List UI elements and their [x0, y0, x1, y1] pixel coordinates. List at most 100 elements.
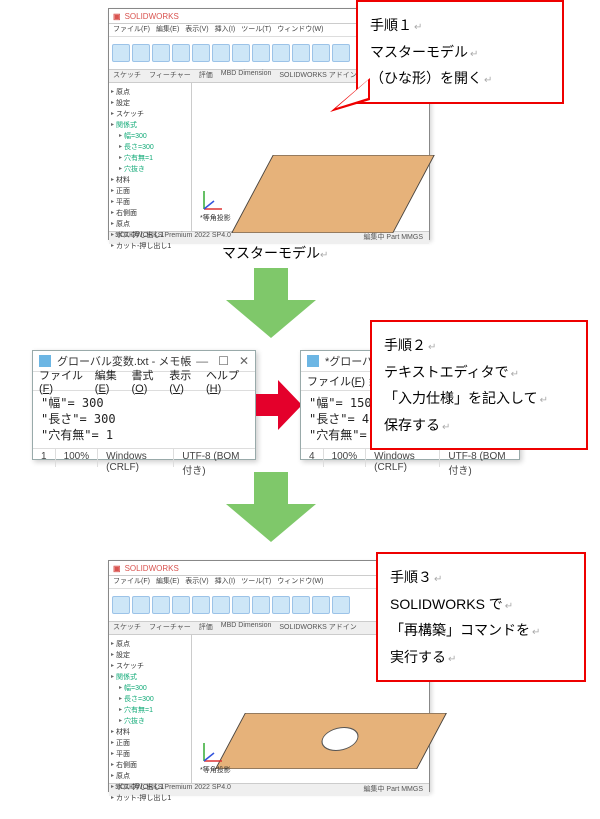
- ribbon-icon[interactable]: [232, 44, 250, 62]
- ribbon-icon[interactable]: [112, 44, 130, 62]
- np-menu-file[interactable]: ファイル(F): [39, 367, 91, 395]
- maximize-icon[interactable]: ☐: [218, 354, 229, 368]
- np-menu-view[interactable]: 表示(V): [169, 367, 202, 395]
- callout2-line3: 「入力仕様」を記入して: [384, 385, 574, 412]
- tree-node[interactable]: 右側面: [111, 760, 189, 771]
- ribbon-icon[interactable]: [212, 596, 230, 614]
- sw-menu-view[interactable]: 表示(V): [185, 24, 208, 36]
- tree-node[interactable]: 関係式: [111, 672, 189, 683]
- sw-menu-file[interactable]: ファイル(F): [113, 576, 150, 588]
- tree-node[interactable]: 幅=300: [111, 131, 189, 142]
- sw-menu-edit[interactable]: 編集(E): [156, 24, 179, 36]
- arrow-down-1-icon: [226, 268, 316, 338]
- tree-node[interactable]: 原点: [111, 87, 189, 98]
- sw1-feature-tree[interactable]: 原点 設定 スケッチ 関係式 幅=300 長さ=300 穴有無=1 穴抜き 材料…: [109, 83, 192, 231]
- np-status-eol: Windows (CRLF): [366, 449, 440, 467]
- ribbon-icon[interactable]: [332, 44, 350, 62]
- np-menu-file[interactable]: ファイル(F): [307, 373, 365, 389]
- sw-menu-insert[interactable]: 挿入(I): [215, 576, 236, 588]
- callout3-line1: 手順３: [390, 564, 572, 591]
- window-controls[interactable]: — ☐ ✕: [196, 354, 249, 368]
- callout3-line3: 「再構築」コマンドを: [390, 617, 572, 644]
- ribbon-icon[interactable]: [112, 596, 130, 614]
- ribbon-icon[interactable]: [332, 596, 350, 614]
- np-status-line: 4: [301, 449, 324, 467]
- np-menu-format[interactable]: 書式(O): [131, 367, 165, 395]
- sw-menu-edit[interactable]: 編集(E): [156, 576, 179, 588]
- sw-menu-file[interactable]: ファイル(F): [113, 24, 150, 36]
- ribbon-icon[interactable]: [272, 596, 290, 614]
- tree-node[interactable]: 平面: [111, 197, 189, 208]
- ribbon-icon[interactable]: [312, 596, 330, 614]
- sw-menu-view[interactable]: 表示(V): [185, 576, 208, 588]
- sw-tab-eval[interactable]: 評価: [199, 622, 213, 634]
- tree-node[interactable]: 穴有無=1: [111, 153, 189, 164]
- arrow-right-red-icon: [256, 380, 302, 430]
- ribbon-icon[interactable]: [252, 44, 270, 62]
- sw1-viewport[interactable]: *等角投影: [192, 83, 429, 231]
- ribbon-icon[interactable]: [132, 596, 150, 614]
- sw-tab-feature[interactable]: フィーチャー: [149, 622, 191, 634]
- ribbon-icon[interactable]: [172, 596, 190, 614]
- ribbon-icon[interactable]: [192, 44, 210, 62]
- tree-node[interactable]: 長さ=300: [111, 694, 189, 705]
- tree-node[interactable]: 原点: [111, 771, 189, 782]
- callout1-line3: （ひな形）を開く: [370, 65, 550, 92]
- np-status-enc: UTF-8 (BOM 付き): [440, 449, 519, 467]
- close-icon[interactable]: ✕: [239, 354, 249, 368]
- np-menu-edit[interactable]: 編集(E): [95, 367, 128, 395]
- sw-tab-feature[interactable]: フィーチャー: [149, 70, 191, 82]
- tree-node[interactable]: 設定: [111, 650, 189, 661]
- notepad-app-icon: [39, 355, 51, 367]
- ribbon-icon[interactable]: [272, 44, 290, 62]
- sw-tab-eval[interactable]: 評価: [199, 70, 213, 82]
- tree-node[interactable]: 正面: [111, 186, 189, 197]
- tree-node[interactable]: 関係式: [111, 120, 189, 131]
- sw-menu-tools[interactable]: ツール(T): [241, 24, 271, 36]
- ribbon-icon[interactable]: [292, 596, 310, 614]
- sw-menu-tools[interactable]: ツール(T): [241, 576, 271, 588]
- tree-node[interactable]: 設定: [111, 98, 189, 109]
- ribbon-icon[interactable]: [152, 596, 170, 614]
- minimize-icon[interactable]: —: [196, 354, 208, 368]
- tree-node[interactable]: 原点: [111, 639, 189, 650]
- ribbon-icon[interactable]: [312, 44, 330, 62]
- np1-menubar[interactable]: ファイル(F) 編集(E) 書式(O) 表示(V) ヘルプ(H): [33, 372, 255, 391]
- tree-node[interactable]: 平面: [111, 749, 189, 760]
- tree-node[interactable]: 原点: [111, 219, 189, 230]
- tree-node[interactable]: スケッチ: [111, 661, 189, 672]
- ribbon-icon[interactable]: [152, 44, 170, 62]
- sw-tab-mbd[interactable]: MBD Dimension: [221, 70, 272, 82]
- ribbon-icon[interactable]: [252, 596, 270, 614]
- sw-status-left: SOLIDWORKS Premium 2022 SP4.0: [115, 784, 231, 796]
- np1-body[interactable]: "幅"= 300 "長さ"= 300 "穴有無"= 1: [33, 391, 255, 448]
- sw-menu-window[interactable]: ウィンドウ(W): [277, 576, 323, 588]
- tree-node[interactable]: 長さ=300: [111, 142, 189, 153]
- tree-node[interactable]: 右側面: [111, 208, 189, 219]
- ribbon-icon[interactable]: [192, 596, 210, 614]
- sw-status-right: 編集中 Part MMGS: [363, 232, 423, 244]
- tree-node[interactable]: 正面: [111, 738, 189, 749]
- tree-node[interactable]: 穴抜き: [111, 164, 189, 175]
- np-menu-help[interactable]: ヘルプ(H): [206, 367, 249, 395]
- tree-node[interactable]: 穴有無=1: [111, 705, 189, 716]
- sw-tab-addin[interactable]: SOLIDWORKS アドイン: [279, 622, 356, 634]
- tree-node[interactable]: 材料: [111, 175, 189, 186]
- ribbon-icon[interactable]: [172, 44, 190, 62]
- ribbon-icon[interactable]: [232, 596, 250, 614]
- tree-node[interactable]: 幅=300: [111, 683, 189, 694]
- ribbon-icon[interactable]: [292, 44, 310, 62]
- tree-node[interactable]: スケッチ: [111, 109, 189, 120]
- sw-tab-sketch[interactable]: スケッチ: [113, 70, 141, 82]
- sw2-feature-tree[interactable]: 原点 設定 スケッチ 関係式 幅=300 長さ=300 穴有無=1 穴抜き 材料…: [109, 635, 192, 783]
- tree-node[interactable]: 材料: [111, 727, 189, 738]
- ribbon-icon[interactable]: [132, 44, 150, 62]
- tree-node[interactable]: 穴抜き: [111, 716, 189, 727]
- sw-tab-sketch[interactable]: スケッチ: [113, 622, 141, 634]
- sw2-statusbar: SOLIDWORKS Premium 2022 SP4.0 編集中 Part M…: [109, 783, 429, 796]
- sw-menu-window[interactable]: ウィンドウ(W): [277, 24, 323, 36]
- sw-tab-mbd[interactable]: MBD Dimension: [221, 622, 272, 634]
- callout-step3: 手順３ SOLIDWORKS で 「再構築」コマンドを 実行する: [376, 552, 586, 682]
- ribbon-icon[interactable]: [212, 44, 230, 62]
- sw-menu-insert[interactable]: 挿入(I): [215, 24, 236, 36]
